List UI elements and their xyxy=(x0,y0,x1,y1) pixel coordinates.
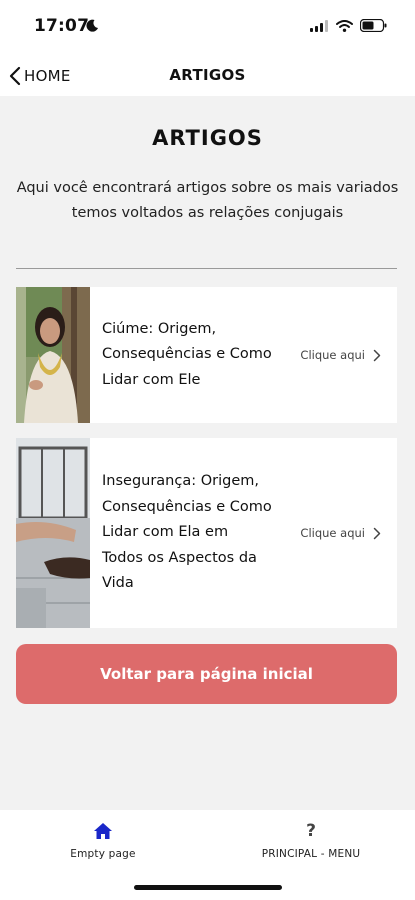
back-to-home-button[interactable]: Voltar para página inicial xyxy=(16,644,397,704)
status-icons xyxy=(310,19,387,32)
question-icon: ? xyxy=(306,821,316,841)
page-title: ARTIGOS xyxy=(152,126,263,150)
signal-icon xyxy=(310,19,328,32)
battery-icon xyxy=(360,19,387,32)
tab-label: PRINCIPAL - MENU xyxy=(261,848,361,860)
chevron-right-icon xyxy=(373,527,381,539)
article-thumbnail-insecurity xyxy=(16,438,90,628)
nav-bar: HOME ARTIGOS xyxy=(0,56,415,96)
article-title: Ciúme: Origem, Consequências e Como Lida… xyxy=(102,320,272,388)
nav-title: ARTIGOS xyxy=(169,66,246,84)
tab-bar: Empty page ? PRINCIPAL - MENU xyxy=(0,810,415,900)
home-icon xyxy=(94,823,112,839)
tab-principal-menu[interactable]: ? PRINCIPAL - MENU xyxy=(236,820,386,870)
main-content: ARTIGOS Aqui você encontrará artigos sob… xyxy=(0,96,415,810)
article-link-label: Clique aqui xyxy=(300,348,365,362)
article-card-insecurity[interactable]: Insegurança: Origem, Consequências e Com… xyxy=(16,438,397,628)
article-title: Insegurança: Origem, Consequências e Com… xyxy=(102,473,272,592)
status-time: 17:07 xyxy=(34,16,90,36)
status-bar: 17:07 xyxy=(0,0,415,56)
article-link-label: Clique aqui xyxy=(300,526,365,540)
article-card-jealousy[interactable]: Ciúme: Origem, Consequências e Como Lida… xyxy=(16,287,397,423)
home-indicator xyxy=(134,885,282,890)
article-link[interactable]: Clique aqui xyxy=(300,287,381,423)
wifi-icon xyxy=(336,19,353,32)
article-link[interactable]: Clique aqui xyxy=(300,438,381,628)
page-subtitle: Aqui você encontrará artigos sobre os ma… xyxy=(16,180,399,221)
article-thumbnail-jealousy xyxy=(16,287,90,423)
tab-empty-page[interactable]: Empty page xyxy=(28,820,178,870)
divider xyxy=(16,268,397,269)
moon-icon xyxy=(86,19,98,32)
tab-label: Empty page xyxy=(70,848,136,860)
chevron-right-icon xyxy=(373,349,381,361)
